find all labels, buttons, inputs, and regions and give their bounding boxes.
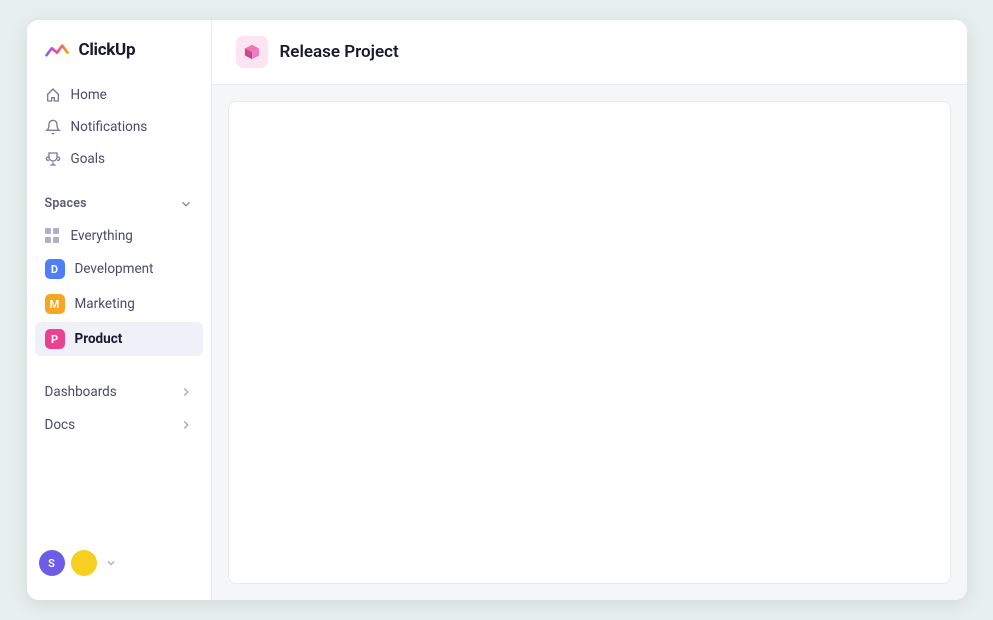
sidebar-item-development[interactable]: D Development bbox=[35, 252, 203, 286]
product-label: Product bbox=[75, 331, 123, 347]
main-body bbox=[212, 85, 967, 600]
sidebar-item-marketing[interactable]: M Marketing bbox=[35, 287, 203, 321]
dashboards-label: Dashboards bbox=[45, 384, 117, 400]
development-label: Development bbox=[75, 261, 154, 277]
docs-chevron-icon bbox=[179, 418, 193, 432]
nav-items: Home Notifications Goals bbox=[27, 80, 211, 174]
sidebar-footer[interactable]: S bbox=[27, 542, 211, 584]
sidebar-item-docs[interactable]: Docs bbox=[35, 409, 203, 441]
development-badge: D bbox=[45, 259, 65, 279]
sidebar: ClickUp Home Notifications Goals bbox=[27, 20, 212, 600]
marketing-badge: M bbox=[45, 294, 65, 314]
chevron-down-icon bbox=[179, 197, 193, 211]
app-container: ClickUp Home Notifications Goals bbox=[27, 20, 967, 600]
spaces-label: Spaces bbox=[45, 196, 87, 211]
notifications-label: Notifications bbox=[71, 119, 148, 135]
sidebar-item-home[interactable]: Home bbox=[35, 80, 203, 110]
trophy-icon bbox=[45, 151, 61, 167]
logo-area[interactable]: ClickUp bbox=[27, 36, 211, 80]
logo-text: ClickUp bbox=[79, 40, 136, 60]
clickup-logo-icon bbox=[43, 36, 71, 64]
user-avatar: S bbox=[39, 550, 65, 576]
main-content: Release Project bbox=[212, 20, 967, 600]
dashboards-chevron-icon bbox=[179, 385, 193, 399]
home-label: Home bbox=[71, 87, 107, 103]
home-icon bbox=[45, 87, 61, 103]
dots-icon bbox=[45, 228, 61, 244]
sidebar-item-dashboards[interactable]: Dashboards bbox=[35, 376, 203, 408]
docs-left: Docs bbox=[45, 417, 76, 433]
spaces-header[interactable]: Spaces bbox=[35, 190, 203, 217]
project-icon bbox=[236, 36, 268, 68]
sidebar-item-goals[interactable]: Goals bbox=[35, 144, 203, 174]
everything-label: Everything bbox=[71, 228, 133, 244]
page-title: Release Project bbox=[280, 42, 399, 62]
goals-label: Goals bbox=[71, 151, 106, 167]
bell-icon bbox=[45, 119, 61, 135]
product-badge: P bbox=[45, 329, 65, 349]
sidebar-item-product[interactable]: P Product bbox=[35, 322, 203, 356]
sidebar-item-notifications[interactable]: Notifications bbox=[35, 112, 203, 142]
bottom-section: Dashboards Docs bbox=[27, 376, 211, 441]
sidebar-item-everything[interactable]: Everything bbox=[35, 221, 203, 251]
spaces-section: Spaces Everything D Dev bbox=[27, 190, 211, 356]
main-header: Release Project bbox=[212, 20, 967, 85]
secondary-avatar bbox=[71, 550, 97, 576]
marketing-label: Marketing bbox=[75, 296, 135, 312]
space-items: Everything D Development M Marketing P P… bbox=[35, 221, 203, 356]
docs-label: Docs bbox=[45, 417, 76, 433]
dashboards-left: Dashboards bbox=[45, 384, 117, 400]
user-dropdown-icon bbox=[105, 557, 117, 569]
content-area bbox=[228, 101, 951, 584]
